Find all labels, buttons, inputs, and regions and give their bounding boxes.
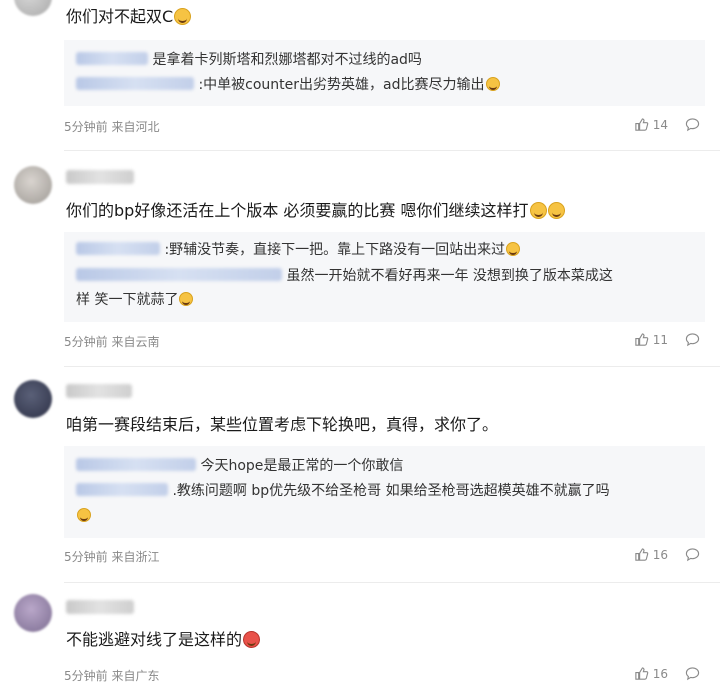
comment-text: 你们对不起双C — [66, 6, 192, 28]
like-count: 11 — [652, 332, 668, 347]
comment-body: 咱第一赛段结束后，某些位置考虑下轮换吧，真得，求你了。 — [66, 415, 499, 434]
reply-text: :中单被counter出劣势英雄，ad比赛尽力输出 — [198, 77, 485, 93]
reply-username[interactable] — [76, 458, 196, 471]
like-button[interactable]: 11 — [634, 332, 668, 347]
reply-username[interactable] — [76, 52, 148, 65]
reply-text: 是拿着卡列斯塔和烈娜塔都对不过线的ad吗 — [152, 52, 422, 68]
grin-emoji-icon — [547, 202, 565, 219]
like-count: 16 — [652, 547, 668, 562]
timestamp: 5分钟前 — [64, 120, 108, 134]
divider — [64, 582, 720, 583]
divider — [64, 366, 720, 367]
reply-button[interactable] — [685, 547, 700, 562]
reply-box: 是拿着卡列斯塔和烈娜塔都对不过线的ad吗 :中单被counter出劣势英雄，ad… — [64, 40, 705, 106]
username[interactable] — [66, 600, 134, 614]
smile-emoji-icon — [174, 8, 192, 25]
thumbs-up-icon — [635, 548, 649, 561]
reply-button[interactable] — [685, 666, 700, 681]
timestamp: 5分钟前 — [64, 669, 108, 683]
comment-body: 你们的bp好像还活在上个版本 必须要赢的比赛 嗯你们继续这样打 — [66, 201, 529, 220]
comment-bubble-icon — [685, 333, 700, 347]
reply-username[interactable] — [76, 268, 282, 281]
thumbs-up-icon — [635, 118, 649, 131]
avatar[interactable] — [14, 166, 52, 204]
location: 来自云南 — [111, 335, 160, 349]
like-button[interactable]: 16 — [634, 666, 668, 681]
timestamp: 5分钟前 — [64, 335, 108, 349]
location: 来自广东 — [111, 669, 160, 683]
thumbs-up-icon — [635, 333, 649, 346]
avatar[interactable] — [14, 0, 52, 16]
reply-item[interactable]: :中单被counter出劣势英雄，ad比赛尽力输出 — [76, 75, 500, 95]
like-count: 16 — [652, 666, 668, 681]
reply-text: 样 笑一下就蒜了 — [76, 292, 179, 308]
comment-body: 不能逃避对线了是这样的 — [66, 630, 243, 649]
reply-username[interactable] — [76, 77, 194, 90]
like-count: 14 — [652, 117, 668, 132]
comment-text: 你们的bp好像还活在上个版本 必须要赢的比赛 嗯你们继续这样打 — [66, 200, 565, 222]
reply-text-continued: 样 笑一下就蒜了 — [76, 290, 194, 310]
reply-button[interactable] — [685, 117, 700, 132]
location: 来自河北 — [111, 120, 160, 134]
reply-text: :野辅没节奏，直接下一把。靠上下路没有一回站出来过 — [164, 242, 506, 258]
location: 来自浙江 — [111, 550, 160, 564]
grin-emoji-icon — [529, 202, 547, 219]
reply-emoji-line — [76, 506, 91, 526]
laugh-emoji-icon — [506, 242, 521, 256]
reply-username[interactable] — [76, 483, 168, 496]
comment-text: 咱第一赛段结束后，某些位置考虑下轮换吧，真得，求你了。 — [66, 414, 498, 436]
reply-item[interactable]: 虽然一开始就不看好再来一年 没想到换了版本菜成这 — [76, 266, 613, 286]
reply-item[interactable]: 今天hope是最正常的一个你敢信 — [76, 456, 403, 476]
comment-meta: 5分钟前 来自广东 — [64, 667, 159, 684]
username[interactable] — [66, 170, 134, 184]
comment-meta: 5分钟前 来自云南 — [64, 333, 159, 350]
thumbs-up-icon — [635, 667, 649, 680]
divider — [64, 150, 720, 151]
avatar[interactable] — [14, 594, 52, 632]
reply-item[interactable]: .教练问题啊 bp优先级不给圣枪哥 如果给圣枪哥选超模英雄不就赢了吗 — [76, 481, 610, 501]
comment-bubble-icon — [685, 667, 700, 681]
comment-meta: 5分钟前 来自浙江 — [64, 548, 159, 565]
like-button[interactable]: 16 — [634, 547, 668, 562]
crying-emoji-icon — [485, 77, 500, 91]
comment-meta: 5分钟前 来自河北 — [64, 118, 159, 135]
comment-text: 不能逃避对线了是这样的 — [66, 629, 261, 651]
reply-box: 今天hope是最正常的一个你敢信 .教练问题啊 bp优先级不给圣枪哥 如果给圣枪… — [64, 446, 705, 538]
reply-username[interactable] — [76, 242, 160, 255]
reply-box: :野辅没节奏，直接下一把。靠上下路没有一回站出来过 虽然一开始就不看好再来一年 … — [64, 232, 705, 322]
laugh-emoji-icon — [77, 508, 91, 522]
like-button[interactable]: 14 — [634, 117, 668, 132]
reply-item[interactable]: 是拿着卡列斯塔和烈娜塔都对不过线的ad吗 — [76, 50, 422, 70]
face-emoji-icon — [243, 631, 261, 648]
comment-bubble-icon — [685, 548, 700, 562]
username[interactable] — [66, 384, 132, 398]
laugh-emoji-icon — [179, 292, 194, 306]
reply-text: 虽然一开始就不看好再来一年 没想到换了版本菜成这 — [286, 268, 613, 284]
reply-item[interactable]: :野辅没节奏，直接下一把。靠上下路没有一回站出来过 — [76, 240, 521, 260]
comment-feed: 你们对不起双C 是拿着卡列斯塔和烈娜塔都对不过线的ad吗 :中单被counter… — [0, 0, 720, 698]
comment-body: 你们对不起双C — [66, 7, 174, 26]
timestamp: 5分钟前 — [64, 550, 108, 564]
reply-text: 今天hope是最正常的一个你敢信 — [200, 458, 404, 474]
comment-bubble-icon — [685, 118, 700, 132]
avatar[interactable] — [14, 380, 52, 418]
reply-text: .教练问题啊 bp优先级不给圣枪哥 如果给圣枪哥选超模英雄不就赢了吗 — [172, 483, 610, 499]
reply-button[interactable] — [685, 332, 700, 347]
